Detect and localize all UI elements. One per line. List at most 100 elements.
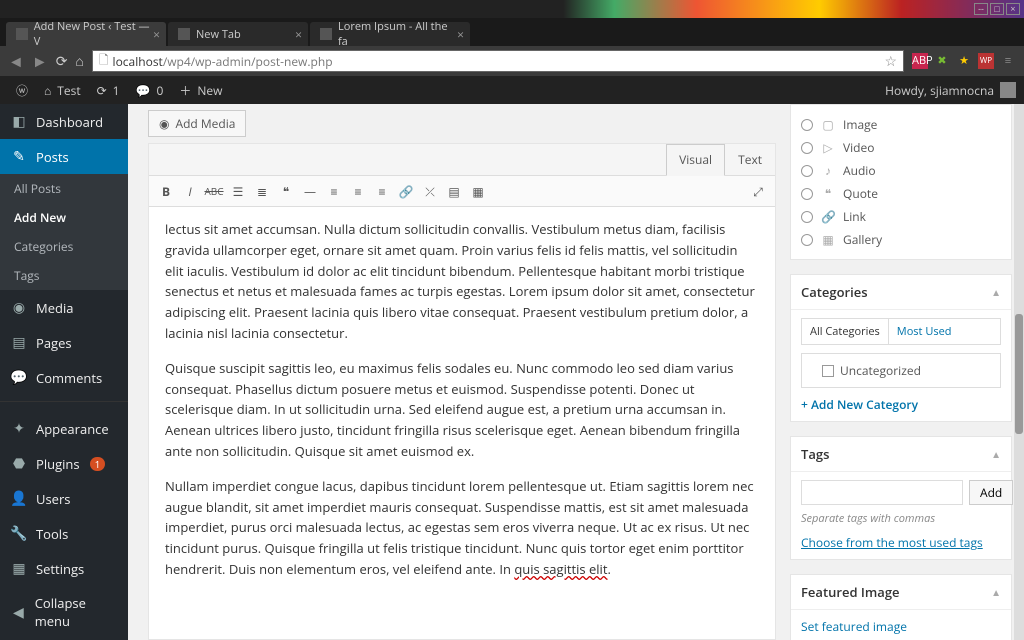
add-tag-button[interactable]: Add xyxy=(969,480,1013,505)
menu-media[interactable]: ◉Media xyxy=(0,290,128,325)
bullet-list-button[interactable]: ☰ xyxy=(227,180,249,202)
format-gallery[interactable]: ▦Gallery xyxy=(801,228,1001,251)
browser-menu-icon[interactable]: ≡ xyxy=(1000,53,1016,69)
align-right-button[interactable]: ≡ xyxy=(371,180,393,202)
menu-icon: ✦ xyxy=(10,419,28,438)
format-box: ▢Image▷Video♪Audio❝Quote🔗Link▦Gallery xyxy=(790,104,1012,260)
reload-button[interactable]: ⟳ xyxy=(56,52,68,71)
window-close-button[interactable]: × xyxy=(1006,3,1020,15)
ab-wp-logo[interactable]: ⓦ xyxy=(8,82,36,99)
ab-user-menu[interactable]: Howdy, sjiamnocna xyxy=(885,82,1016,99)
cat-tab-most[interactable]: Most Used xyxy=(889,319,960,344)
home-button[interactable]: ⌂ xyxy=(75,52,83,71)
browser-tab-3[interactable]: Lorem Ipsum - All the fa× xyxy=(310,22,470,46)
window-minimize-button[interactable]: -- xyxy=(974,3,988,15)
menu-settings[interactable]: ▦Settings xyxy=(0,551,128,586)
back-button[interactable]: ◄ xyxy=(8,50,24,72)
wp-admin-bar: ⓦ ⌂Test ⟳1 💬0 ＋New Howdy, sjiamnocna xyxy=(0,76,1024,104)
bookmark-star-icon[interactable]: ☆ xyxy=(884,52,897,71)
window-maximize-button[interactable]: □ xyxy=(990,3,1004,15)
hr-button[interactable]: — xyxy=(299,180,321,202)
forward-button[interactable]: ► xyxy=(32,50,48,72)
ext-abp-icon[interactable]: ABP xyxy=(912,53,928,69)
category-uncategorized[interactable]: Uncategorized xyxy=(810,362,992,379)
media-icon: ◉ xyxy=(159,115,169,132)
close-tab-icon[interactable]: × xyxy=(457,26,464,43)
menu-collapse-menu[interactable]: ◀Collapse menu xyxy=(0,586,128,638)
set-featured-link[interactable]: Set featured image xyxy=(801,618,1001,635)
format-video[interactable]: ▷Video xyxy=(801,136,1001,159)
browser-tab-1[interactable]: Add New Post ‹ Test — V× xyxy=(6,22,166,46)
format-image[interactable]: ▢Image xyxy=(801,113,1001,136)
menu-comments[interactable]: 💬Comments xyxy=(0,360,128,395)
featured-heading[interactable]: Featured Image▲ xyxy=(791,575,1011,610)
ab-updates[interactable]: ⟳1 xyxy=(89,82,128,99)
choose-tags-link[interactable]: Choose from the most used tags xyxy=(801,534,1001,551)
ab-site[interactable]: ⌂Test xyxy=(36,82,89,99)
close-tab-icon[interactable]: × xyxy=(295,26,302,43)
submenu-tags[interactable]: Tags xyxy=(0,261,128,290)
tags-heading[interactable]: Tags▲ xyxy=(791,437,1011,472)
ab-new[interactable]: ＋New xyxy=(171,82,230,99)
menu-icon: ✎ xyxy=(10,147,28,166)
blockquote-button[interactable]: ❝ xyxy=(275,180,297,202)
radio-icon[interactable] xyxy=(801,119,813,131)
menu-label: Collapse menu xyxy=(35,594,118,630)
tab-visual[interactable]: Visual xyxy=(666,144,725,176)
submenu-all-posts[interactable]: All Posts xyxy=(0,174,128,203)
ext-wp-icon[interactable]: WP xyxy=(978,53,994,69)
close-tab-icon[interactable]: × xyxy=(153,26,160,43)
address-bar[interactable]: 🗋 localhost/wp4/wp-admin/post-new.php ☆ xyxy=(92,50,904,72)
italic-button[interactable]: I xyxy=(179,180,201,202)
categories-heading[interactable]: Categories▲ xyxy=(791,275,1011,310)
editor-paragraph: lectus sit amet accumsan. Nulla dictum s… xyxy=(165,219,759,344)
scrollbar-thumb[interactable] xyxy=(1015,314,1023,434)
unlink-button[interactable]: ⤫ xyxy=(419,180,441,202)
add-media-button[interactable]: ◉Add Media xyxy=(148,110,246,137)
fullscreen-button[interactable]: ⤢ xyxy=(747,180,769,202)
submenu-add-new[interactable]: Add New xyxy=(0,203,128,232)
menu-plugins[interactable]: ⬣Plugins1 xyxy=(0,446,128,481)
tab-text[interactable]: Text xyxy=(725,144,775,175)
ab-comments[interactable]: 💬0 xyxy=(128,82,172,99)
menu-icon: ▤ xyxy=(10,333,28,352)
format-quote[interactable]: ❝Quote xyxy=(801,182,1001,205)
radio-icon[interactable] xyxy=(801,234,813,246)
radio-icon[interactable] xyxy=(801,211,813,223)
link-button[interactable]: 🔗 xyxy=(395,180,417,202)
radio-icon[interactable] xyxy=(801,165,813,177)
align-center-button[interactable]: ≡ xyxy=(347,180,369,202)
menu-posts[interactable]: ✎Posts xyxy=(0,139,128,174)
scrollbar[interactable] xyxy=(1014,104,1024,640)
cat-tab-all[interactable]: All Categories xyxy=(802,319,889,344)
align-left-button[interactable]: ≡ xyxy=(323,180,345,202)
strike-button[interactable]: ABC xyxy=(203,180,225,202)
radio-icon[interactable] xyxy=(801,142,813,154)
format-link[interactable]: 🔗Link xyxy=(801,205,1001,228)
ext-star-icon[interactable]: ★ xyxy=(956,53,972,69)
editor-body[interactable]: lectus sit amet accumsan. Nulla dictum s… xyxy=(149,207,775,639)
tag-input[interactable] xyxy=(801,480,963,505)
menu-appearance[interactable]: ✦Appearance xyxy=(0,411,128,446)
ext-green-icon[interactable]: ✖ xyxy=(934,53,950,69)
submenu-categories[interactable]: Categories xyxy=(0,232,128,261)
checkbox-icon[interactable] xyxy=(822,365,834,377)
menu-pages[interactable]: ▤Pages xyxy=(0,325,128,360)
add-new-category-link[interactable]: + Add New Category xyxy=(801,396,1001,413)
number-list-button[interactable]: ≣ xyxy=(251,180,273,202)
browser-tab-2[interactable]: New Tab× xyxy=(168,22,308,46)
updates-icon: ⟳ xyxy=(97,82,107,99)
format-icon: 🔗 xyxy=(821,208,835,225)
favicon-icon xyxy=(16,28,28,40)
menu-users[interactable]: 👤Users xyxy=(0,481,128,516)
toolbar-toggle-button[interactable]: ▦ xyxy=(467,180,489,202)
admin-sidebar: ◧Dashboard✎PostsAll PostsAdd NewCategori… xyxy=(0,104,128,640)
radio-icon[interactable] xyxy=(801,188,813,200)
format-audio[interactable]: ♪Audio xyxy=(801,159,1001,182)
menu-label: Tools xyxy=(36,525,68,543)
bold-button[interactable]: B xyxy=(155,180,177,202)
menu-tools[interactable]: 🔧Tools xyxy=(0,516,128,551)
more-button[interactable]: ▤ xyxy=(443,180,465,202)
favicon-icon xyxy=(178,28,190,40)
menu-dashboard[interactable]: ◧Dashboard xyxy=(0,104,128,139)
